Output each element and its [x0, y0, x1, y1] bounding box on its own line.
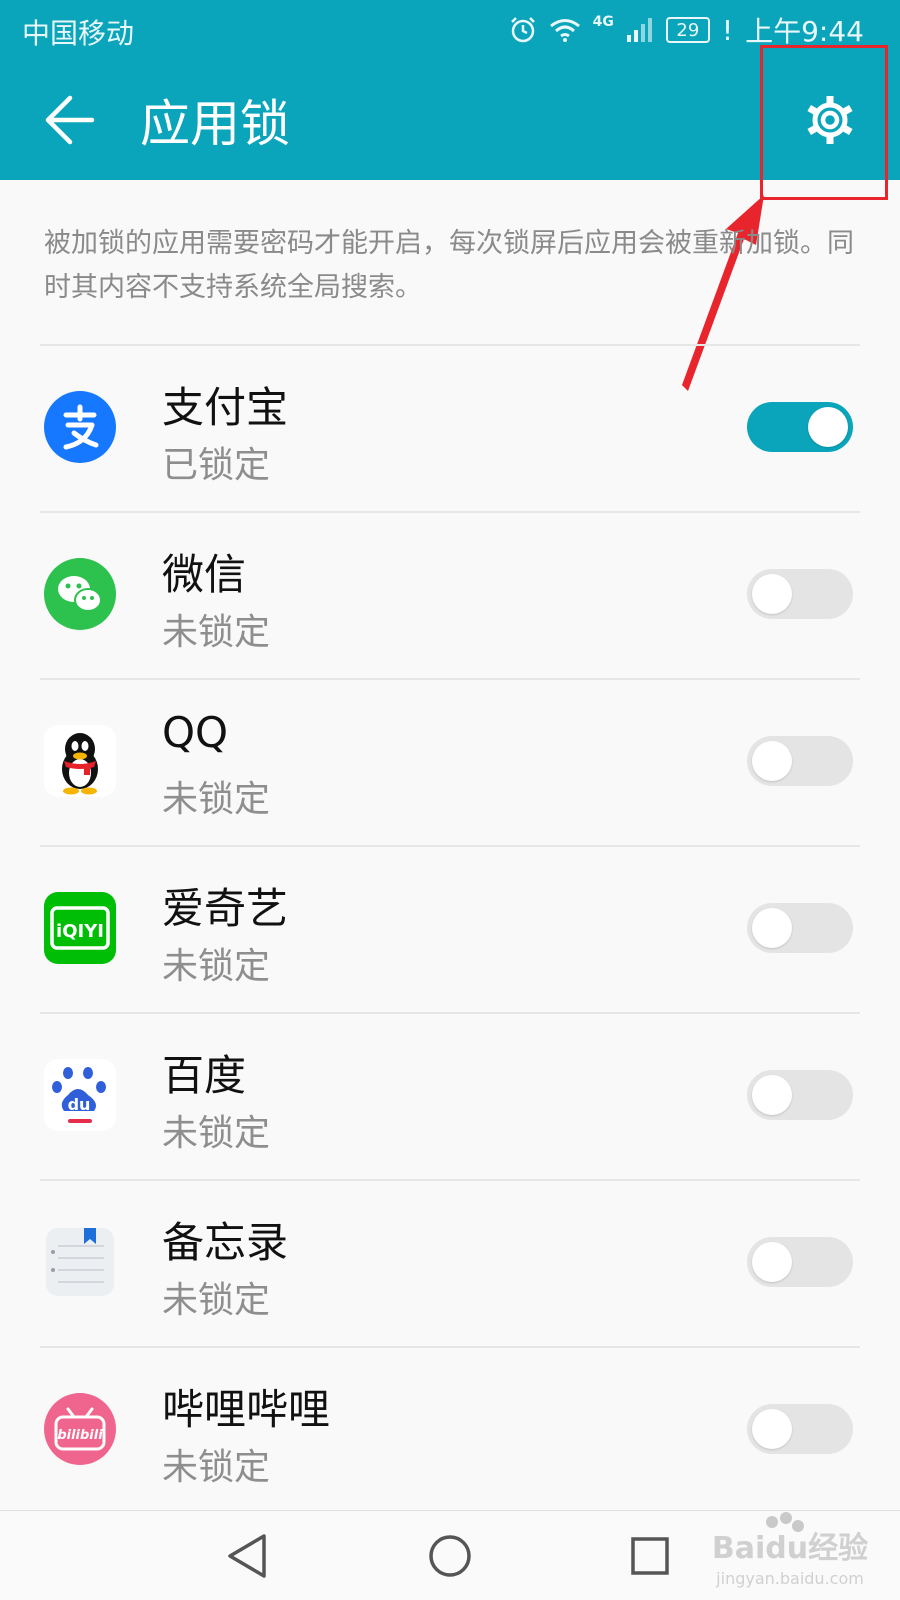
app-name: 哔哩哔哩	[162, 1385, 331, 1434]
square-recents-icon	[631, 1537, 669, 1575]
lock-toggle-baidu[interactable]	[747, 1070, 853, 1120]
app-bar: 应用锁	[0, 60, 900, 180]
lock-status: 未锁定	[162, 946, 271, 987]
circle-home-icon	[429, 1535, 471, 1577]
baidu-logo-text: du	[68, 1095, 91, 1114]
toggle-knob	[752, 908, 792, 948]
status-bar: 中国移动 4G 29 ! 上午9:44	[0, 0, 900, 60]
back-arrow-icon	[45, 95, 95, 145]
list-item-iqiyi[interactable]: iQIYI 爱奇艺 未锁定	[0, 845, 900, 1012]
lock-toggle-alipay[interactable]	[747, 402, 853, 452]
toggle-knob	[808, 407, 848, 447]
alarm-icon	[510, 17, 535, 43]
gear-icon	[807, 96, 853, 144]
lock-status: 未锁定	[162, 779, 271, 820]
list-item-alipay[interactable]: 支付宝 已锁定	[0, 344, 900, 511]
clock-label: 上午9:44	[745, 15, 864, 48]
iqiyi-icon: iQIYI	[44, 892, 116, 964]
nav-home-button[interactable]	[420, 1528, 480, 1584]
notes-icon	[46, 1228, 114, 1296]
bilibili-icon: bilibili	[44, 1393, 116, 1465]
list-item-notes[interactable]: 备忘录 未锁定	[0, 1179, 900, 1346]
app-name: 百度	[162, 1051, 247, 1100]
toggle-knob	[752, 574, 792, 614]
status-icons: 4G 29 ! 上午9:44	[509, 10, 864, 50]
carrier-label: 中国移动	[22, 17, 135, 50]
signal-icon	[626, 18, 652, 42]
bilibili-logo-text: bilibili	[57, 1428, 103, 1443]
divider	[40, 1346, 860, 1348]
battery-icon: 29	[665, 17, 710, 43]
list-item-wechat[interactable]: 微信 未锁定	[0, 511, 900, 678]
alipay-icon	[44, 391, 116, 463]
toggle-knob	[752, 741, 792, 781]
lock-description: 被加锁的应用需要密码才能开启，每次锁屏后应用会被重新加锁。同时其内容不支持系统全…	[44, 228, 854, 303]
toggle-knob	[752, 1242, 792, 1282]
app-name: 支付宝	[162, 383, 289, 432]
lock-status: 未锁定	[162, 612, 271, 653]
wifi-icon	[549, 19, 580, 42]
nav-back-button[interactable]	[218, 1528, 278, 1584]
network-type-label: 4G	[592, 14, 614, 30]
settings-button[interactable]	[800, 90, 860, 150]
lock-toggle-wechat[interactable]	[747, 569, 853, 619]
lock-status: 未锁定	[162, 1447, 271, 1488]
exclamation-icon: !	[721, 13, 734, 47]
lock-status: 未锁定	[162, 1280, 271, 1321]
divider	[40, 511, 860, 513]
baidu-icon: du	[44, 1059, 116, 1131]
list-item-qq[interactable]: QQ 未锁定	[0, 678, 900, 845]
wechat-icon	[44, 558, 116, 630]
lock-toggle-bilibili[interactable]	[747, 1404, 853, 1454]
lock-status: 已锁定	[162, 445, 271, 486]
lock-toggle-notes[interactable]	[747, 1237, 853, 1287]
navigation-bar	[0, 1510, 900, 1600]
app-list: 支付宝 已锁定 微信 未锁定 QQ 未锁定 iQIYI 爱奇艺 未锁定 du 百…	[0, 344, 900, 1513]
app-name: QQ	[162, 708, 229, 757]
divider	[40, 1179, 860, 1181]
app-name: 微信	[162, 550, 247, 599]
page-title: 应用锁	[140, 95, 290, 153]
lock-toggle-iqiyi[interactable]	[747, 903, 853, 953]
nav-recents-button[interactable]	[620, 1528, 680, 1584]
list-item-baidu[interactable]: du 百度 未锁定	[0, 1012, 900, 1179]
triangle-back-icon	[228, 1534, 266, 1578]
lock-status: 未锁定	[162, 1113, 271, 1154]
divider	[40, 678, 860, 680]
divider	[40, 1012, 860, 1014]
list-item-bilibili[interactable]: bilibili 哔哩哔哩 未锁定	[0, 1346, 900, 1513]
battery-level: 29	[676, 19, 700, 41]
app-name: 备忘录	[162, 1218, 289, 1267]
divider	[40, 845, 860, 847]
qq-icon	[44, 725, 116, 797]
divider	[40, 344, 860, 346]
lock-toggle-qq[interactable]	[747, 736, 853, 786]
iqiyi-logo-text: iQIYI	[56, 921, 104, 942]
back-button[interactable]	[40, 88, 100, 152]
toggle-knob	[752, 1409, 792, 1449]
app-name: 爱奇艺	[162, 884, 289, 933]
toggle-knob	[752, 1075, 792, 1115]
